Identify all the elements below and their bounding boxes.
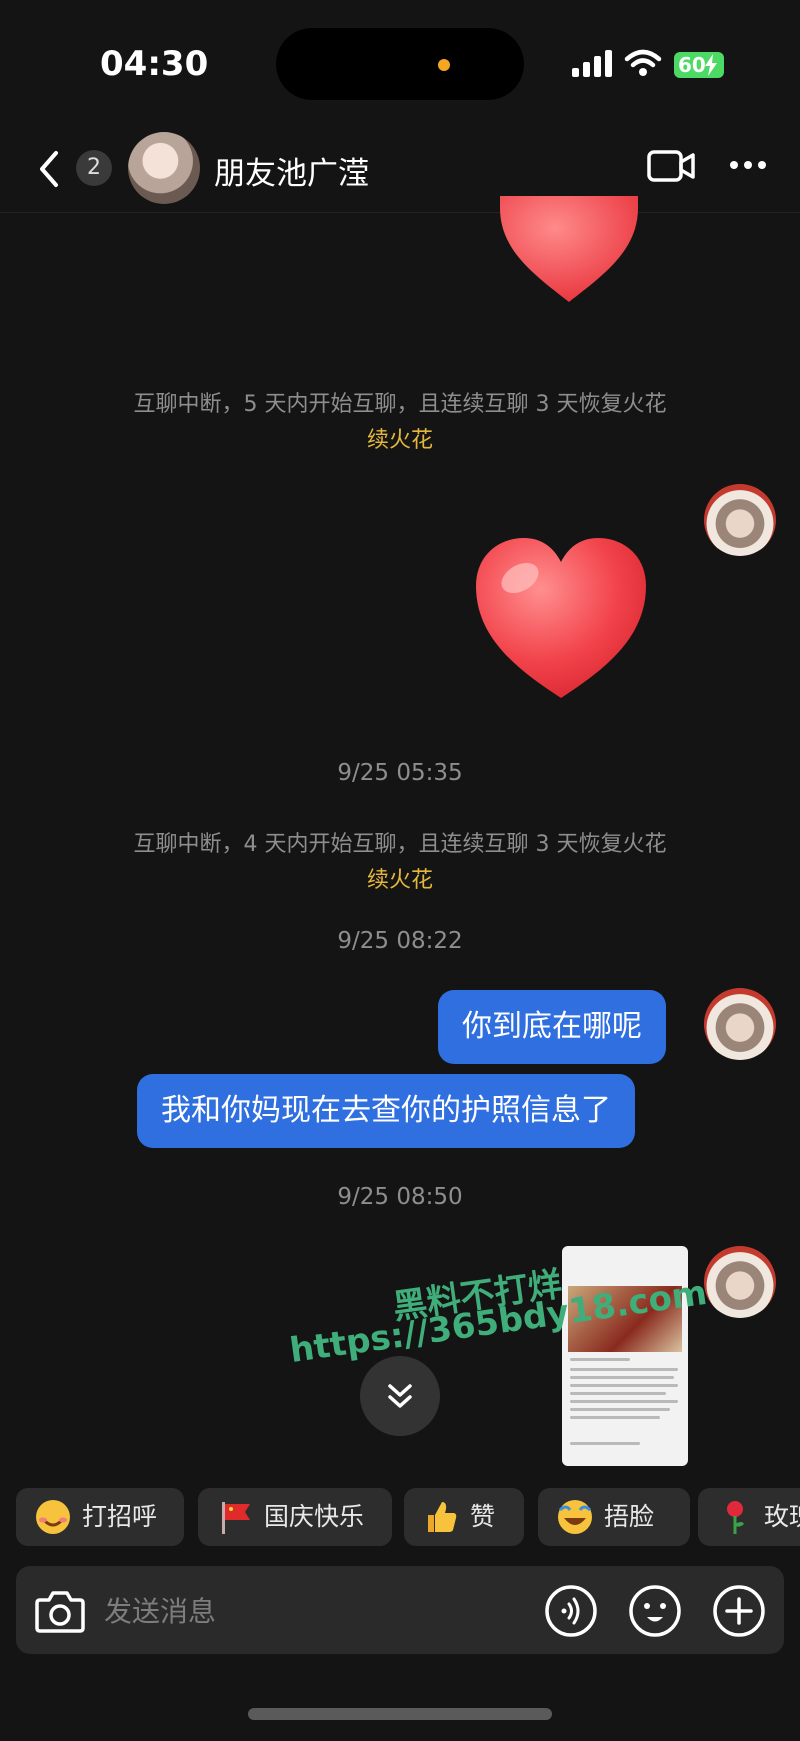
wifi-icon bbox=[624, 49, 662, 76]
unread-count-badge: 2 bbox=[76, 150, 112, 186]
charging-bolt-icon bbox=[705, 54, 717, 76]
quick-reply-label: 捂脸 bbox=[604, 1502, 655, 1531]
quick-reply-label: 玫瑰 bbox=[764, 1502, 800, 1531]
facepalm-emoji-icon bbox=[558, 1500, 592, 1534]
scroll-to-bottom-button[interactable] bbox=[360, 1356, 440, 1436]
thumbs-up-icon bbox=[428, 1502, 457, 1532]
voice-message-icon[interactable] bbox=[544, 1584, 598, 1638]
back-arrow-icon[interactable] bbox=[32, 148, 68, 190]
heart-sticker bbox=[476, 538, 646, 698]
message-input[interactable]: 发送消息 bbox=[104, 1590, 216, 1630]
heart-sticker-partial bbox=[500, 196, 638, 302]
quick-reply-label: 国庆快乐 bbox=[264, 1502, 365, 1531]
spark-interrupted-notice: 互聊中断，5 天内开始互聊，且连续互聊 3 天恢复火花 bbox=[133, 392, 667, 417]
message-bubble[interactable]: 我和你妈现在去查你的护照信息了 bbox=[137, 1074, 635, 1148]
message-bubble[interactable]: 你到底在哪呢 bbox=[438, 990, 666, 1064]
renew-spark-link[interactable]: 续火花 bbox=[0, 422, 800, 454]
privacy-indicator-dot bbox=[438, 59, 450, 71]
my-avatar[interactable] bbox=[704, 484, 776, 556]
quick-reply-label: 打招呼 bbox=[82, 1502, 158, 1531]
emoji-icon[interactable] bbox=[628, 1584, 682, 1638]
spark-interrupted-notice: 互聊中断，4 天内开始互聊，且连续互聊 3 天恢复火花 bbox=[133, 832, 667, 857]
camera-icon[interactable] bbox=[34, 1588, 86, 1634]
dynamic-island bbox=[276, 28, 524, 100]
more-options-icon[interactable] bbox=[728, 158, 768, 172]
quick-reply-rose[interactable]: 玫瑰 bbox=[698, 1488, 800, 1546]
timestamp: 9/25 08:50 bbox=[337, 1184, 463, 1210]
red-flag-icon bbox=[222, 1502, 250, 1534]
my-avatar[interactable] bbox=[704, 988, 776, 1060]
contact-avatar[interactable] bbox=[128, 132, 200, 204]
home-indicator bbox=[248, 1708, 552, 1720]
quick-reply-like[interactable]: 赞 bbox=[404, 1488, 524, 1546]
contact-name[interactable]: 朋友池广滢 bbox=[214, 148, 369, 193]
status-time: 04:30 bbox=[100, 44, 209, 84]
quick-reply-national-day[interactable]: 国庆快乐 bbox=[198, 1488, 392, 1546]
cellular-signal-icon bbox=[572, 50, 612, 77]
my-avatar[interactable] bbox=[704, 1246, 776, 1318]
add-plus-icon[interactable] bbox=[712, 1584, 766, 1638]
timestamp: 9/25 08:22 bbox=[337, 928, 463, 954]
quick-reply-facepalm[interactable]: 捂脸 bbox=[538, 1488, 690, 1546]
timestamp: 9/25 05:35 bbox=[337, 760, 463, 786]
video-call-icon[interactable] bbox=[646, 148, 696, 184]
quick-reply-label: 赞 bbox=[470, 1502, 496, 1531]
smile-emoji-icon bbox=[36, 1500, 70, 1534]
double-chevron-down-icon bbox=[388, 1384, 412, 1408]
quick-reply-greet[interactable]: 打招呼 bbox=[16, 1488, 184, 1546]
rose-icon bbox=[727, 1501, 744, 1534]
renew-spark-link[interactable]: 续火花 bbox=[0, 862, 800, 894]
